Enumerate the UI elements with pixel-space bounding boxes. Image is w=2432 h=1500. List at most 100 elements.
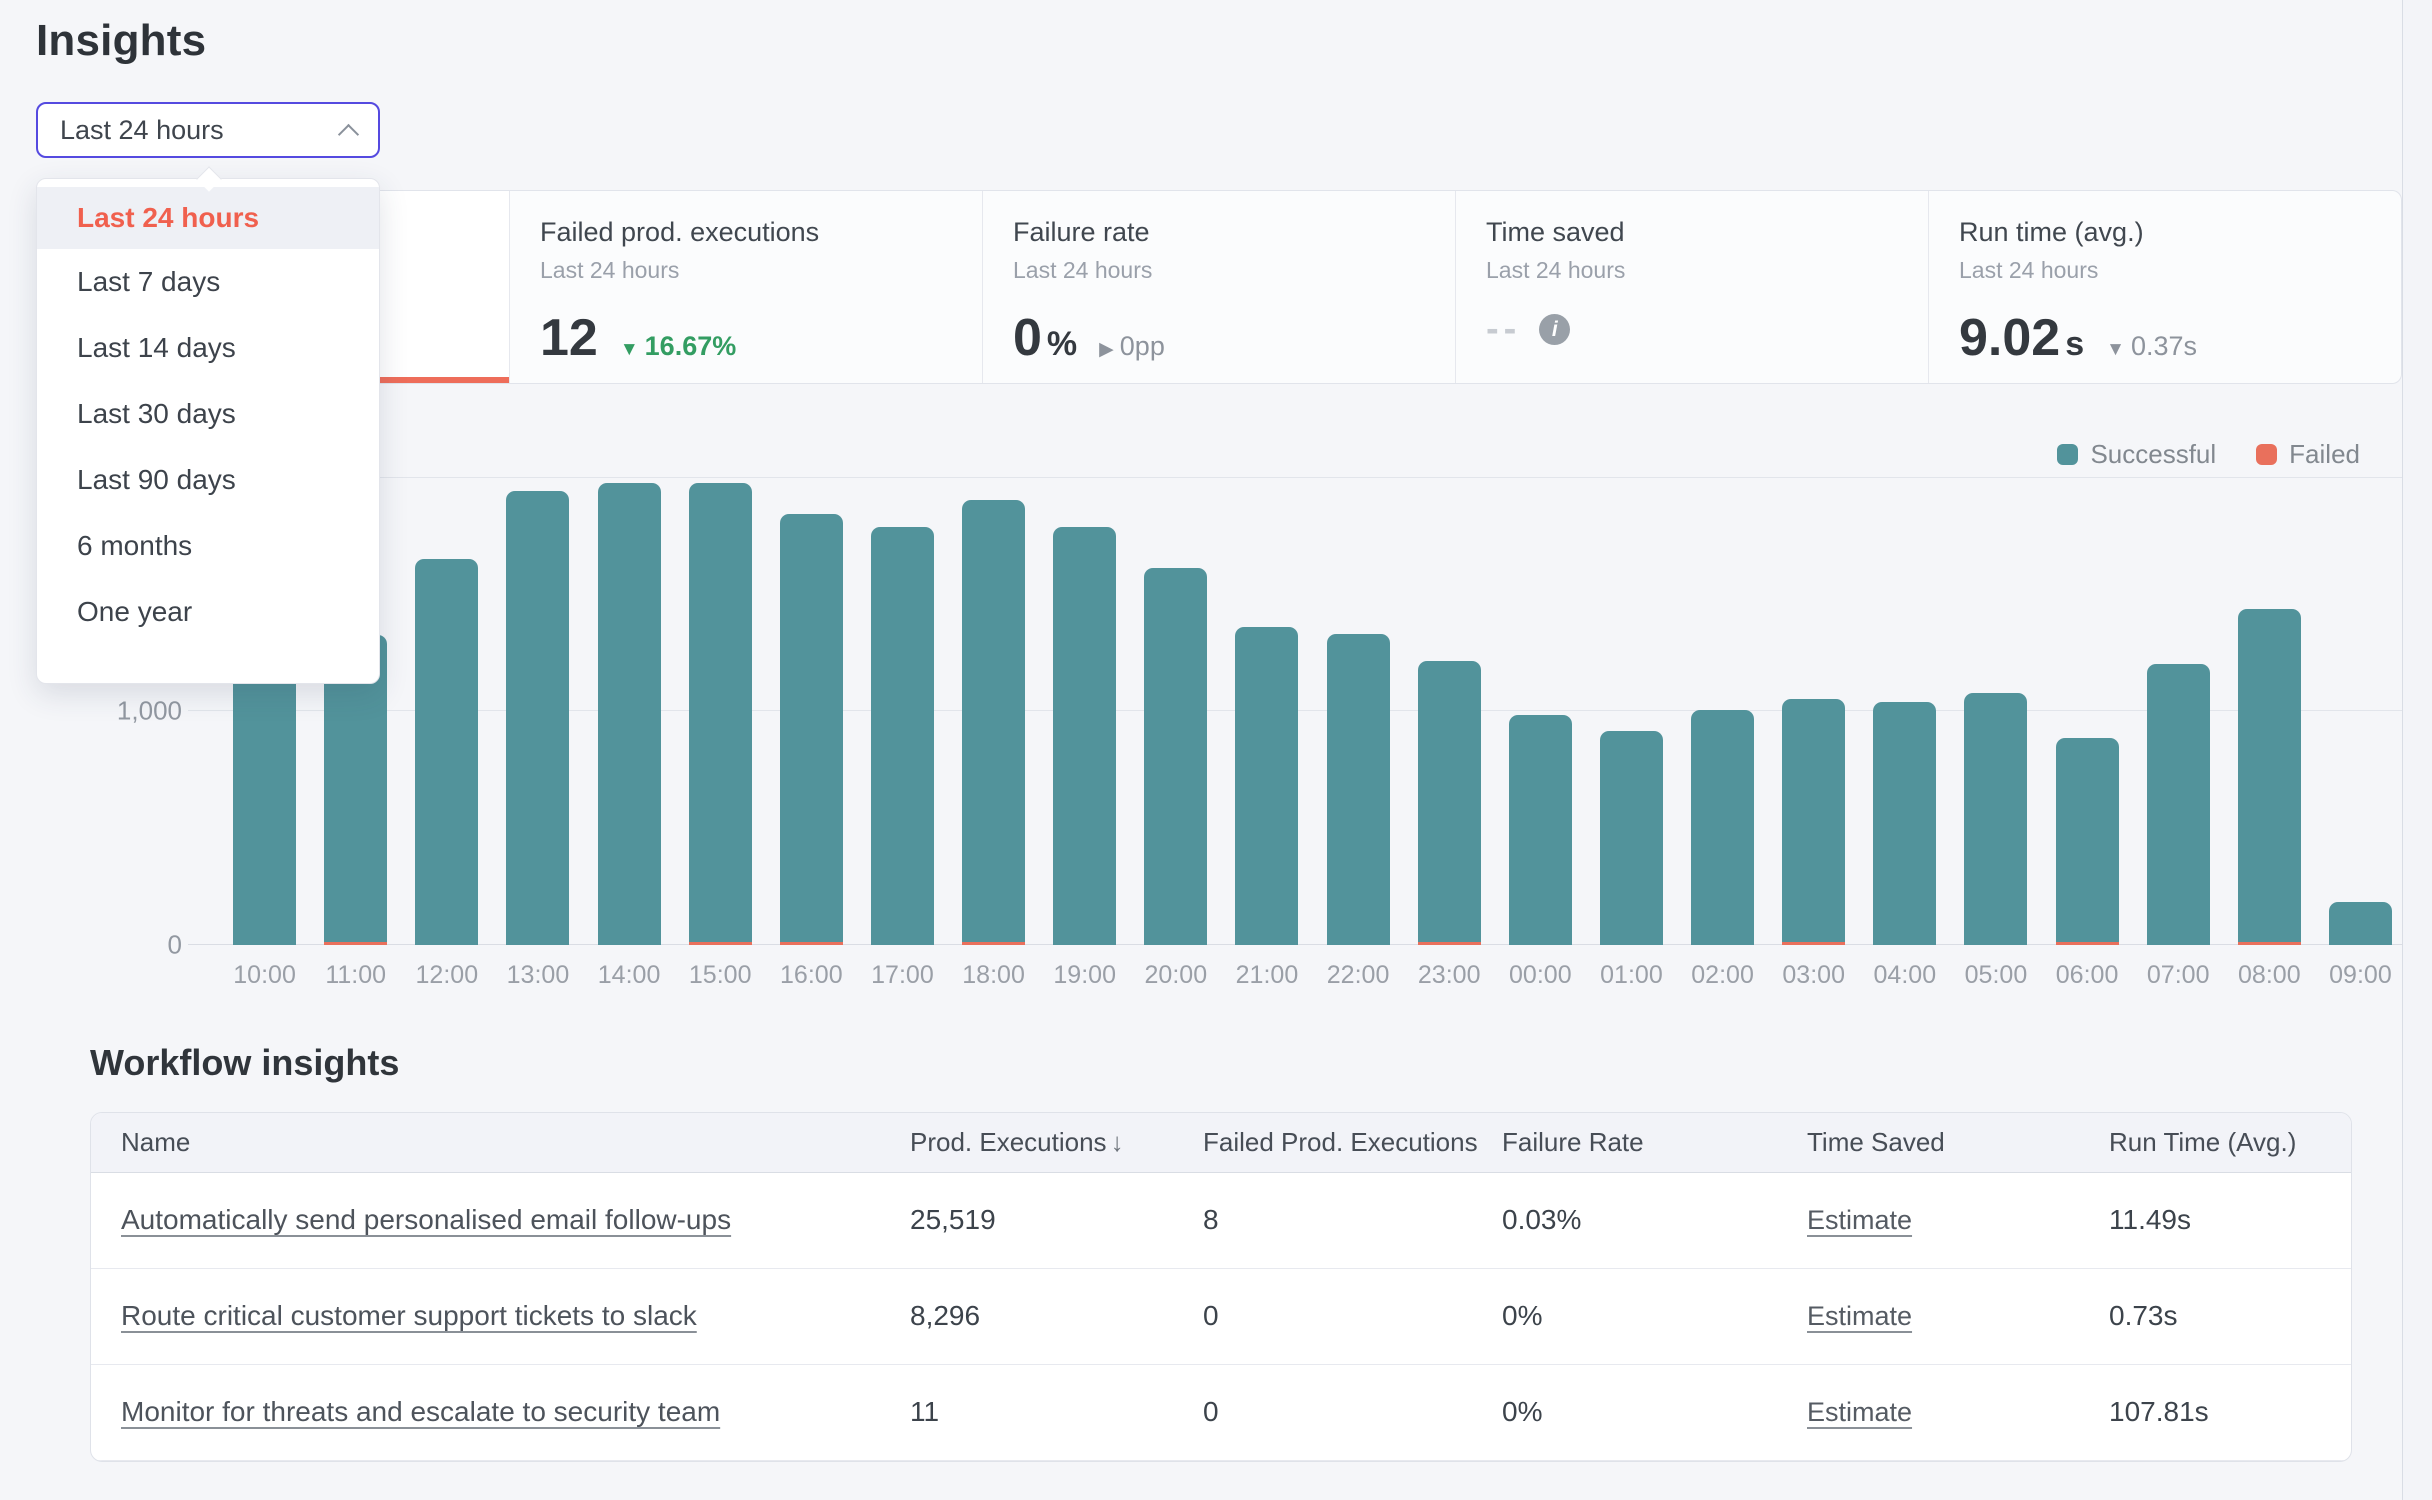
stat-card-run-time[interactable]: Run time (avg.) Last 24 hours 9.02 s ▼ 0… <box>1928 191 2401 383</box>
stat-delta-text: 0.37s <box>2131 331 2197 362</box>
executions-chart: Successful Failed 1,000 0 10:0011:0012:0… <box>36 434 2402 990</box>
dropdown-option-6-months[interactable]: 6 months <box>37 513 379 579</box>
scrollbar-track[interactable] <box>2402 0 2432 1500</box>
dropdown-option-last-14-days[interactable]: Last 14 days <box>37 315 379 381</box>
chart-bar <box>506 491 569 945</box>
dropdown-option-last-90-days[interactable]: Last 90 days <box>37 447 379 513</box>
stat-card-failure-rate[interactable]: Failure rate Last 24 hours 0 % ▶ 0pp <box>982 191 1455 383</box>
chart-bar <box>2056 738 2119 945</box>
stat-label: Failure rate <box>1013 217 1425 248</box>
triangle-right-icon: ▶ <box>1099 338 1114 361</box>
column-header-failure-rate[interactable]: Failure Rate <box>1502 1113 1807 1172</box>
chart-bar-slot <box>492 477 583 945</box>
x-axis-label: 10:00 <box>219 961 310 990</box>
chart-bar-slot <box>2315 477 2406 945</box>
column-header-prod-executions[interactable]: Prod. Executions↓ <box>910 1113 1203 1172</box>
chart-bar-slot <box>1495 477 1586 945</box>
stat-delta: ▶ 0pp <box>1099 331 1165 362</box>
chart-bar <box>2238 609 2301 945</box>
chart-bars <box>219 477 2406 945</box>
chart-bar-slot <box>857 477 948 945</box>
x-axis-label: 08:00 <box>2224 961 2315 990</box>
table-row: Monitor for threats and escalate to secu… <box>91 1364 2352 1460</box>
x-axis-label: 01:00 <box>1586 961 1677 990</box>
table-row: Automatically send personalised email fo… <box>91 1172 2352 1268</box>
x-axis-label: 12:00 <box>401 961 492 990</box>
x-axis-label: 07:00 <box>2133 961 2224 990</box>
dropdown-option-one-year[interactable]: One year <box>37 579 379 645</box>
x-axis-labels: 10:0011:0012:0013:0014:0015:0016:0017:00… <box>219 961 2406 990</box>
legend-item-successful[interactable]: Successful <box>2057 439 2216 470</box>
x-axis-label: 22:00 <box>1313 961 1404 990</box>
info-icon[interactable]: i <box>1539 314 1570 345</box>
estimate-link[interactable]: Estimate <box>1807 1397 1912 1427</box>
chart-bar-slot <box>2133 477 2224 945</box>
x-axis-label: 15:00 <box>675 961 766 990</box>
workflow-link[interactable]: Route critical customer support tickets … <box>121 1300 697 1331</box>
insights-page: Insights Last 24 hours Failed prod. exec… <box>0 0 2402 1500</box>
stat-label: Time saved <box>1486 217 1898 248</box>
x-axis-label: 06:00 <box>2042 961 2133 990</box>
chart-bar-slot <box>1768 477 1859 945</box>
chart-bar <box>1327 634 1390 945</box>
column-header-failed-executions[interactable]: Failed Prod. Executions <box>1203 1113 1502 1172</box>
cell-run-time: 11.49s <box>2109 1172 2352 1268</box>
x-axis-label: 14:00 <box>584 961 675 990</box>
workflow-link[interactable]: Automatically send personalised email fo… <box>121 1204 731 1235</box>
chart-bar <box>1600 731 1663 945</box>
y-axis-label: 1,000 <box>117 696 182 727</box>
chart-bar <box>1873 702 1936 945</box>
chart-bar-slot <box>1859 477 1950 945</box>
cell-failed-executions: 0 <box>1203 1364 1502 1460</box>
chart-bar-slot <box>1221 477 1312 945</box>
column-header-run-time[interactable]: Run Time (Avg.) <box>2109 1113 2352 1172</box>
stat-delta-text: 0pp <box>1120 331 1165 362</box>
cell-failed-executions: 8 <box>1203 1172 1502 1268</box>
table-header-row: Name Prod. Executions↓ Failed Prod. Exec… <box>91 1113 2352 1172</box>
legend-item-failed[interactable]: Failed <box>2256 439 2360 470</box>
stat-value-empty: -- <box>1486 308 1521 351</box>
chart-bar <box>1235 627 1298 945</box>
cell-prod-executions: 25,519 <box>910 1172 1203 1268</box>
chart-bar-slot <box>1677 477 1768 945</box>
stat-value-unit: s <box>2065 325 2084 364</box>
time-range-selected-value: Last 24 hours <box>60 115 224 146</box>
chart-bar-slot <box>1404 477 1495 945</box>
cell-failure-rate: 0% <box>1502 1364 1807 1460</box>
time-range-select[interactable]: Last 24 hours <box>36 102 380 158</box>
chart-bar-slot <box>1586 477 1677 945</box>
sort-descending-icon: ↓ <box>1111 1127 1124 1157</box>
cell-run-time: 107.81s <box>2109 1364 2352 1460</box>
dropdown-option-last-30-days[interactable]: Last 30 days <box>37 381 379 447</box>
chart-bar-slot <box>948 477 1039 945</box>
stat-sublabel: Last 24 hours <box>1486 257 1898 284</box>
column-header-name[interactable]: Name <box>91 1113 910 1172</box>
stat-cards-row: Failed prod. executions Last 24 hours 12… <box>36 190 2402 384</box>
column-header-time-saved[interactable]: Time Saved <box>1807 1113 2109 1172</box>
stat-card-failed-executions[interactable]: Failed prod. executions Last 24 hours 12… <box>509 191 982 383</box>
x-axis-label: 02:00 <box>1677 961 1768 990</box>
x-axis-label: 13:00 <box>492 961 583 990</box>
chart-bar-slot <box>401 477 492 945</box>
section-title: Workflow insights <box>90 1042 2402 1084</box>
triangle-down-icon: ▼ <box>620 339 639 361</box>
dropdown-option-last-24-hours[interactable]: Last 24 hours <box>37 187 379 249</box>
stat-card-time-saved[interactable]: Time saved Last 24 hours -- i <box>1455 191 1928 383</box>
dropdown-option-last-7-days[interactable]: Last 7 days <box>37 249 379 315</box>
chart-bar <box>780 514 843 945</box>
x-axis-label: 11:00 <box>310 961 401 990</box>
cell-failure-rate: 0% <box>1502 1268 1807 1364</box>
stat-sublabel: Last 24 hours <box>1013 257 1425 284</box>
stat-delta-text: 16.67% <box>645 331 737 362</box>
chart-bar <box>598 483 661 945</box>
chart-bar <box>1782 699 1845 945</box>
x-axis-label: 00:00 <box>1495 961 1586 990</box>
chart-bar <box>1053 527 1116 945</box>
estimate-link[interactable]: Estimate <box>1807 1205 1912 1235</box>
chart-bar <box>1144 568 1207 945</box>
estimate-link[interactable]: Estimate <box>1807 1301 1912 1331</box>
stat-sublabel: Last 24 hours <box>540 257 952 284</box>
workflow-link[interactable]: Monitor for threats and escalate to secu… <box>121 1396 720 1427</box>
x-axis-label: 17:00 <box>857 961 948 990</box>
failed-color-chip <box>2256 444 2277 465</box>
